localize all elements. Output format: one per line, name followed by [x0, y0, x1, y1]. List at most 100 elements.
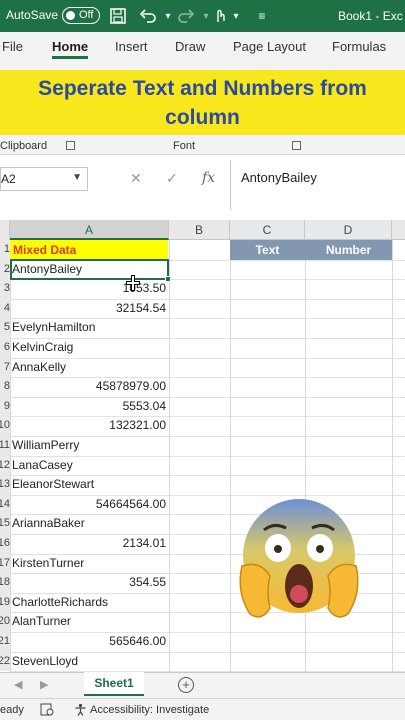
name-box-dropdown-icon[interactable]: ▼ — [72, 172, 82, 183]
sheet-tabs-bar: ◀ ▶ Sheet1 + — [0, 672, 405, 698]
banner-text: Seperate Text and Numbers from column — [38, 76, 367, 129]
status-bar: eady Accessibility: Investigate — [0, 698, 405, 720]
column-gridline — [10, 240, 11, 672]
select-all-corner[interactable] — [0, 220, 10, 240]
name-box[interactable]: A2 ▼ — [0, 167, 88, 191]
row-header[interactable]: 20 — [0, 612, 10, 632]
row-header[interactable]: 21 — [0, 632, 10, 652]
screaming-face-emoji-icon — [239, 499, 359, 618]
row-header[interactable]: 14 — [0, 494, 10, 515]
cell-a[interactable]: CharlotteRichards — [12, 593, 166, 613]
formula-content: AntonyBailey — [241, 170, 317, 185]
row-header[interactable]: 2 — [0, 259, 10, 280]
undo-icon[interactable] — [138, 6, 158, 26]
row-header[interactable]: 10 — [0, 416, 10, 436]
row-header[interactable]: 22 — [0, 651, 10, 672]
cell-a[interactable]: KelvinCraig — [12, 338, 166, 358]
macro-record-icon[interactable] — [40, 703, 54, 719]
enter-icon[interactable]: ✓ — [166, 170, 178, 187]
column-gridline — [230, 240, 231, 672]
row-header[interactable]: 8 — [0, 377, 10, 397]
header-text[interactable]: Text — [230, 240, 305, 260]
col-header-c[interactable]: C — [230, 220, 305, 240]
fill-handle[interactable] — [165, 276, 171, 282]
col-header-b[interactable]: B — [169, 220, 230, 240]
prev-sheet-icon[interactable]: ◀ — [14, 678, 22, 691]
row-header[interactable]: 5 — [0, 318, 10, 338]
tab-draw[interactable]: Draw — [175, 39, 205, 54]
touch-dropdown-icon[interactable]: ▾ — [226, 6, 246, 26]
cell-cursor-icon — [126, 275, 140, 291]
row-header[interactable]: 17 — [0, 553, 10, 574]
cell-a[interactable]: 32154.54 — [12, 299, 166, 319]
cell-a[interactable]: 54664564.00 — [12, 495, 166, 515]
next-sheet-icon[interactable]: ▶ — [40, 678, 48, 691]
cell-a[interactable]: 354.55 — [12, 573, 166, 593]
accessibility-status[interactable]: Accessibility: Investigate — [90, 704, 209, 716]
cell-a[interactable]: LanaCasey — [12, 456, 166, 476]
sheet-tab-sheet1[interactable]: Sheet1 — [84, 672, 144, 696]
column-gridline — [392, 240, 393, 672]
row-header[interactable]: 13 — [0, 475, 10, 495]
row-header[interactable]: 11 — [0, 436, 10, 456]
header-number[interactable]: Number — [305, 240, 392, 260]
insert-function-icon[interactable]: fx — [202, 170, 215, 186]
cell-a[interactable]: 1053.50 — [12, 279, 166, 299]
header-mixed-data[interactable]: Mixed Data — [10, 240, 168, 260]
row-header[interactable]: 6 — [0, 338, 10, 358]
cell-a[interactable]: StevenLloyd — [12, 652, 166, 672]
formula-input[interactable]: AntonyBailey — [230, 160, 405, 210]
row-header[interactable]: 7 — [0, 357, 10, 378]
tab-page-layout[interactable]: Page Layout — [233, 39, 306, 54]
tab-formulas[interactable]: Formulas — [332, 39, 386, 54]
ribbon-tabs: File Home Insert Draw Page Layout Formul… — [0, 32, 405, 60]
cell-a[interactable]: 2134.01 — [12, 534, 166, 554]
active-cell-border — [10, 259, 171, 282]
redo-icon[interactable] — [176, 6, 196, 26]
cell-a[interactable]: 132321.00 — [12, 416, 166, 436]
autosave-label: AutoSave — [6, 8, 59, 22]
row-header[interactable]: 4 — [0, 298, 10, 319]
save-icon[interactable] — [108, 6, 128, 26]
title-bar: AutoSave Off ▾ ▾ ▾ ≡ Book1 - Exc — [0, 0, 405, 32]
row-header[interactable]: 15 — [0, 514, 10, 534]
cell-a[interactable]: 5553.04 — [12, 397, 166, 417]
cell-a[interactable]: KirstenTurner — [12, 554, 166, 574]
row-header[interactable]: 9 — [0, 396, 10, 417]
column-gridline — [169, 240, 170, 672]
tab-insert[interactable]: Insert — [115, 39, 148, 54]
add-sheet-icon[interactable]: + — [178, 677, 194, 693]
cell-a[interactable]: WilliamPerry — [12, 436, 166, 456]
name-box-value: A2 — [1, 172, 16, 186]
row-header[interactable]: 3 — [0, 279, 10, 299]
autosave-toggle[interactable]: Off — [62, 7, 100, 24]
autosave-state: Off — [79, 9, 94, 21]
row-header[interactable]: 12 — [0, 455, 10, 476]
cancel-icon[interactable]: ✕ — [130, 170, 142, 187]
status-ready: eady — [0, 704, 24, 716]
cell-a[interactable]: AnnaKelly — [12, 358, 166, 378]
tab-home[interactable]: Home — [52, 39, 88, 54]
row-header[interactable]: 1 — [0, 240, 10, 260]
book-title: Book1 - Exc — [338, 9, 403, 23]
tab-file[interactable]: File — [2, 39, 23, 54]
cell-a[interactable]: 565646.00 — [12, 632, 166, 652]
row-header[interactable]: 18 — [0, 573, 10, 593]
col-header-a[interactable]: A — [10, 220, 169, 240]
col-header-d[interactable]: D — [305, 220, 392, 240]
row-header[interactable]: 19 — [0, 592, 10, 613]
clipboard-launcher-icon[interactable] — [66, 141, 75, 150]
group-label-font: Font — [173, 140, 196, 152]
font-launcher-icon[interactable] — [292, 141, 301, 150]
undo-dropdown-icon[interactable]: ▾ — [158, 6, 178, 26]
cell-a[interactable]: AlanTurner — [12, 612, 166, 632]
cell-a[interactable]: 45878979.00 — [12, 377, 166, 397]
toggle-knob — [66, 11, 75, 20]
cell-a[interactable]: EvelynHamilton — [12, 318, 166, 338]
group-label-clipboard: Clipboard — [0, 140, 48, 152]
cell-a[interactable]: EleanorStewart — [12, 475, 166, 495]
accessibility-icon[interactable] — [74, 703, 87, 719]
cell-a[interactable]: AriannaBaker — [12, 514, 166, 534]
customize-qat-icon[interactable]: ≡ — [252, 6, 272, 26]
row-header[interactable]: 16 — [0, 534, 10, 554]
